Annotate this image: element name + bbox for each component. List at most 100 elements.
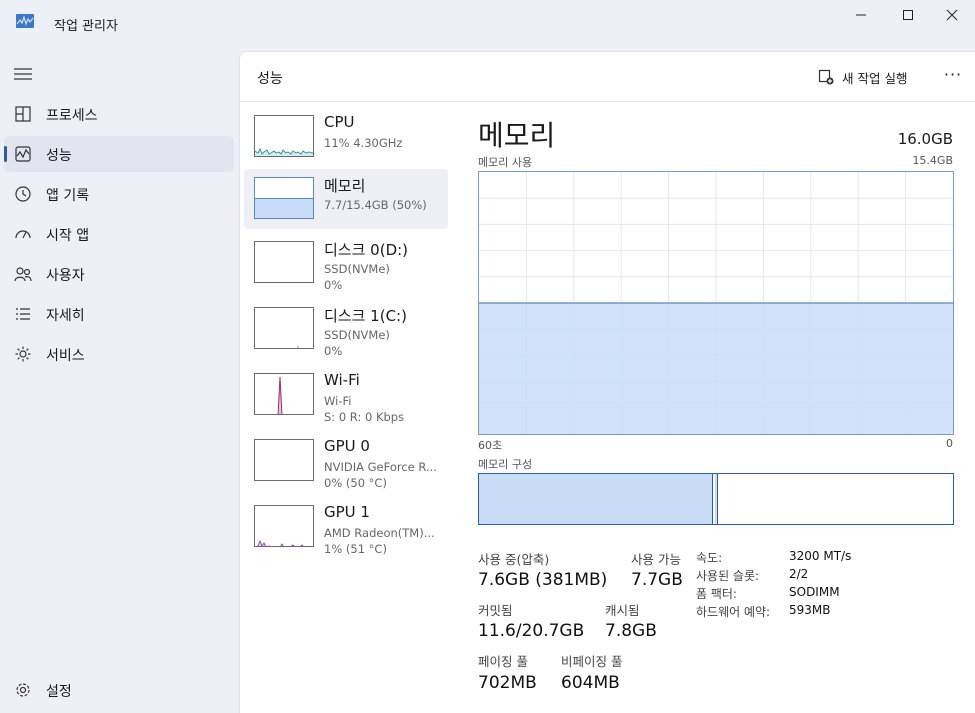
performance-icon <box>15 146 31 162</box>
cpu-thumbnail-graph <box>254 115 314 157</box>
app-history-icon <box>15 186 31 202</box>
spec-slots-label: 사용된 슬롯: <box>696 569 760 583</box>
device-item-disk-0[interactable]: 디스크 0(D:) SSD(NVMe) 0% <box>244 233 448 293</box>
device-detail-2: 0% <box>324 278 343 292</box>
device-detail-2: S: 0 R: 0 Kbps <box>324 410 405 424</box>
nav-item-app-history[interactable]: 앱 기록 <box>4 176 234 212</box>
users-icon <box>14 267 32 282</box>
cached-value: 7.8GB <box>605 621 657 641</box>
nav-label: 성능 <box>46 148 72 164</box>
resource-title: 메모리 <box>478 119 556 152</box>
more-options-button[interactable]: ··· <box>940 65 966 89</box>
memory-usage-max: 15.4GB <box>912 154 953 167</box>
composition-in-use <box>479 474 713 524</box>
spec-hw-reserved-label: 하드웨어 예약: <box>696 605 771 619</box>
close-button[interactable] <box>929 0 975 30</box>
wifi-thumbnail-graph <box>254 373 314 415</box>
startup-apps-icon <box>15 230 31 239</box>
device-item-memory[interactable]: 메모리 7.7/15.4GB (50%) <box>244 169 448 229</box>
nav-item-services[interactable]: 서비스 <box>4 336 234 372</box>
device-name: CPU <box>324 113 355 131</box>
device-detail-2: 1% (51 °C) <box>324 542 387 556</box>
gpu1-sparkline <box>257 539 304 546</box>
minimize-icon <box>856 14 866 16</box>
memory-usage-graph <box>478 171 954 435</box>
window-title: 작업 관리자 <box>54 19 118 34</box>
nav-item-settings[interactable]: 설정 <box>4 672 234 708</box>
memory-total: 16.0GB <box>897 130 953 148</box>
maximize-button[interactable] <box>885 0 931 30</box>
minimize-button[interactable] <box>838 0 884 30</box>
nav-item-performance[interactable]: 성능 <box>4 136 234 172</box>
nonpaged-pool-label: 비페이징 풀 <box>561 654 623 669</box>
time-axis-start: 60초 <box>478 439 503 452</box>
nav-label: 시작 앱 <box>46 228 90 244</box>
available-value: 7.7GB <box>631 570 683 590</box>
details-icon <box>16 308 30 320</box>
device-name: 디스크 0(D:) <box>324 241 409 259</box>
device-detail: SSD(NVMe) <box>324 328 390 342</box>
memory-thumbnail-fill <box>255 198 313 218</box>
new-task-icon <box>818 69 834 85</box>
device-detail-2: 0% <box>324 344 343 358</box>
committed-label: 커밋됨 <box>478 603 513 618</box>
disk1-sparkline <box>297 345 299 348</box>
device-detail: AMD Radeon(TM)... <box>324 526 435 540</box>
spec-slots-value: 2/2 <box>789 567 809 581</box>
gear-icon <box>16 683 30 697</box>
title-bar: 작업 관리자 <box>0 0 975 48</box>
device-detail: 7.7/15.4GB (50%) <box>324 198 427 212</box>
run-new-task-button[interactable]: 새 작업 실행 <box>818 66 907 88</box>
services-icon <box>15 346 31 362</box>
maximize-icon <box>903 10 913 20</box>
device-item-wifi[interactable]: Wi-Fi Wi-Fi S: 0 R: 0 Kbps <box>244 365 448 425</box>
memory-composition-bar <box>478 473 954 525</box>
cpu-sparkline <box>255 147 313 156</box>
spec-speed-value: 3200 MT/s <box>789 549 852 563</box>
memory-composition-label: 메모리 구성 <box>478 458 533 471</box>
device-detail: Wi-Fi <box>324 394 352 408</box>
device-name: GPU 1 <box>324 503 370 521</box>
device-detail-2: 0% (50 °C) <box>324 476 387 490</box>
close-icon <box>946 9 958 21</box>
memory-usage-label: 메모리 사용 <box>478 156 533 169</box>
device-item-disk-1[interactable]: 디스크 1(C:) SSD(NVMe) 0% <box>244 299 448 359</box>
time-axis-end: 0 <box>946 437 953 450</box>
device-detail: 11% 4.30GHz <box>324 136 403 150</box>
paged-pool-value: 702MB <box>478 673 537 693</box>
in-use-value: 7.6GB (381MB) <box>478 570 608 590</box>
spec-speed-label: 속도: <box>696 551 723 565</box>
device-name: 메모리 <box>324 177 366 195</box>
nav-label: 프로세스 <box>46 108 98 124</box>
device-item-cpu[interactable]: CPU 11% 4.30GHz <box>244 107 448 167</box>
cached-label: 캐시됨 <box>605 603 640 618</box>
device-name: 디스크 1(C:) <box>324 307 407 325</box>
device-name: Wi-Fi <box>324 371 360 389</box>
nav-label: 앱 기록 <box>46 188 90 204</box>
nav-label: 설정 <box>46 684 72 700</box>
disk0-thumbnail-graph <box>254 241 314 283</box>
spec-hw-reserved-value: 593MB <box>789 603 831 617</box>
memory-usage-chart <box>479 172 953 434</box>
nav-item-details[interactable]: 자세히 <box>4 296 234 332</box>
page-title: 성능 <box>257 71 283 87</box>
device-item-gpu-1[interactable]: GPU 1 AMD Radeon(TM)... 1% (51 °C) <box>244 497 448 557</box>
nonpaged-pool-value: 604MB <box>561 673 620 693</box>
processes-icon <box>15 106 31 122</box>
spec-form-factor-label: 폼 팩터: <box>696 587 737 601</box>
task-manager-app-icon <box>16 14 34 28</box>
device-item-gpu-0[interactable]: GPU 0 NVIDIA GeForce R... 0% (50 °C) <box>244 431 448 491</box>
gpu1-thumbnail-graph <box>254 505 314 547</box>
run-new-task-label: 새 작업 실행 <box>842 70 908 86</box>
nav-label: 자세히 <box>46 308 85 324</box>
nav-item-users[interactable]: 사용자 <box>4 256 234 292</box>
device-name: GPU 0 <box>324 437 370 455</box>
available-label: 사용 가능 <box>631 552 681 567</box>
nav-item-startup-apps[interactable]: 시작 앱 <box>4 216 234 252</box>
disk1-thumbnail-graph <box>254 307 314 349</box>
nav-item-processes[interactable]: 프로세스 <box>4 96 234 132</box>
spec-form-factor-value: SODIMM <box>789 585 840 599</box>
paged-pool-label: 페이징 풀 <box>478 654 528 669</box>
memory-usage-area <box>479 303 953 434</box>
hamburger-menu-icon[interactable] <box>12 64 34 84</box>
